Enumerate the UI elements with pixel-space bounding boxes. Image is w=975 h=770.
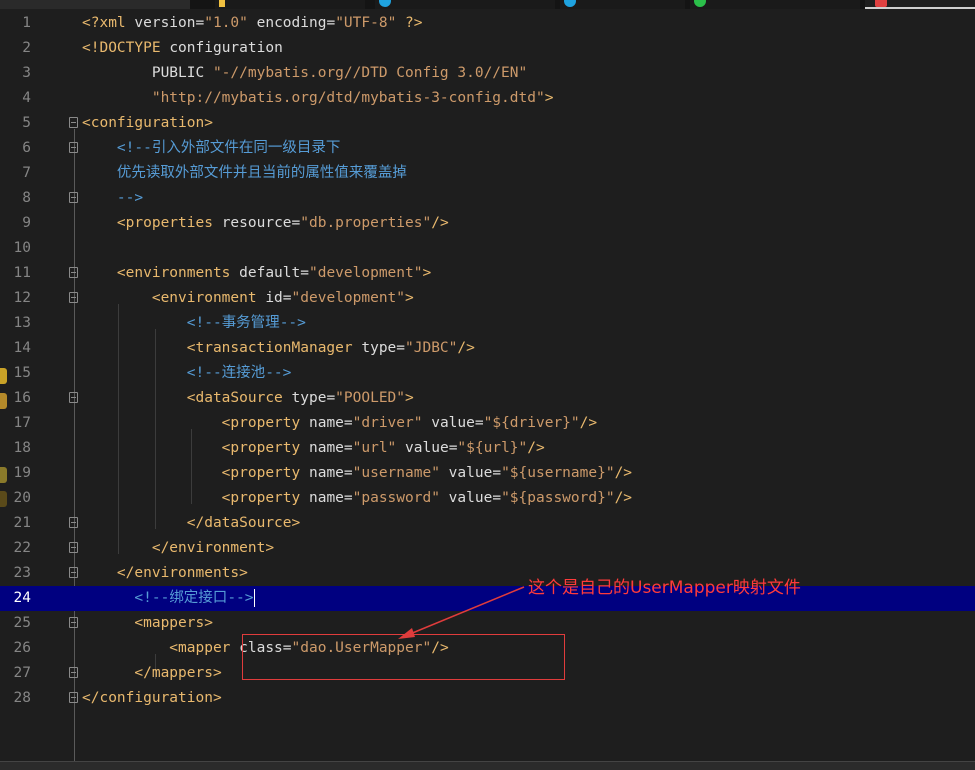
annotation-label: 这个是自己的UserMapper映射文件 — [528, 578, 801, 598]
annotation-arrow-icon — [398, 586, 525, 639]
